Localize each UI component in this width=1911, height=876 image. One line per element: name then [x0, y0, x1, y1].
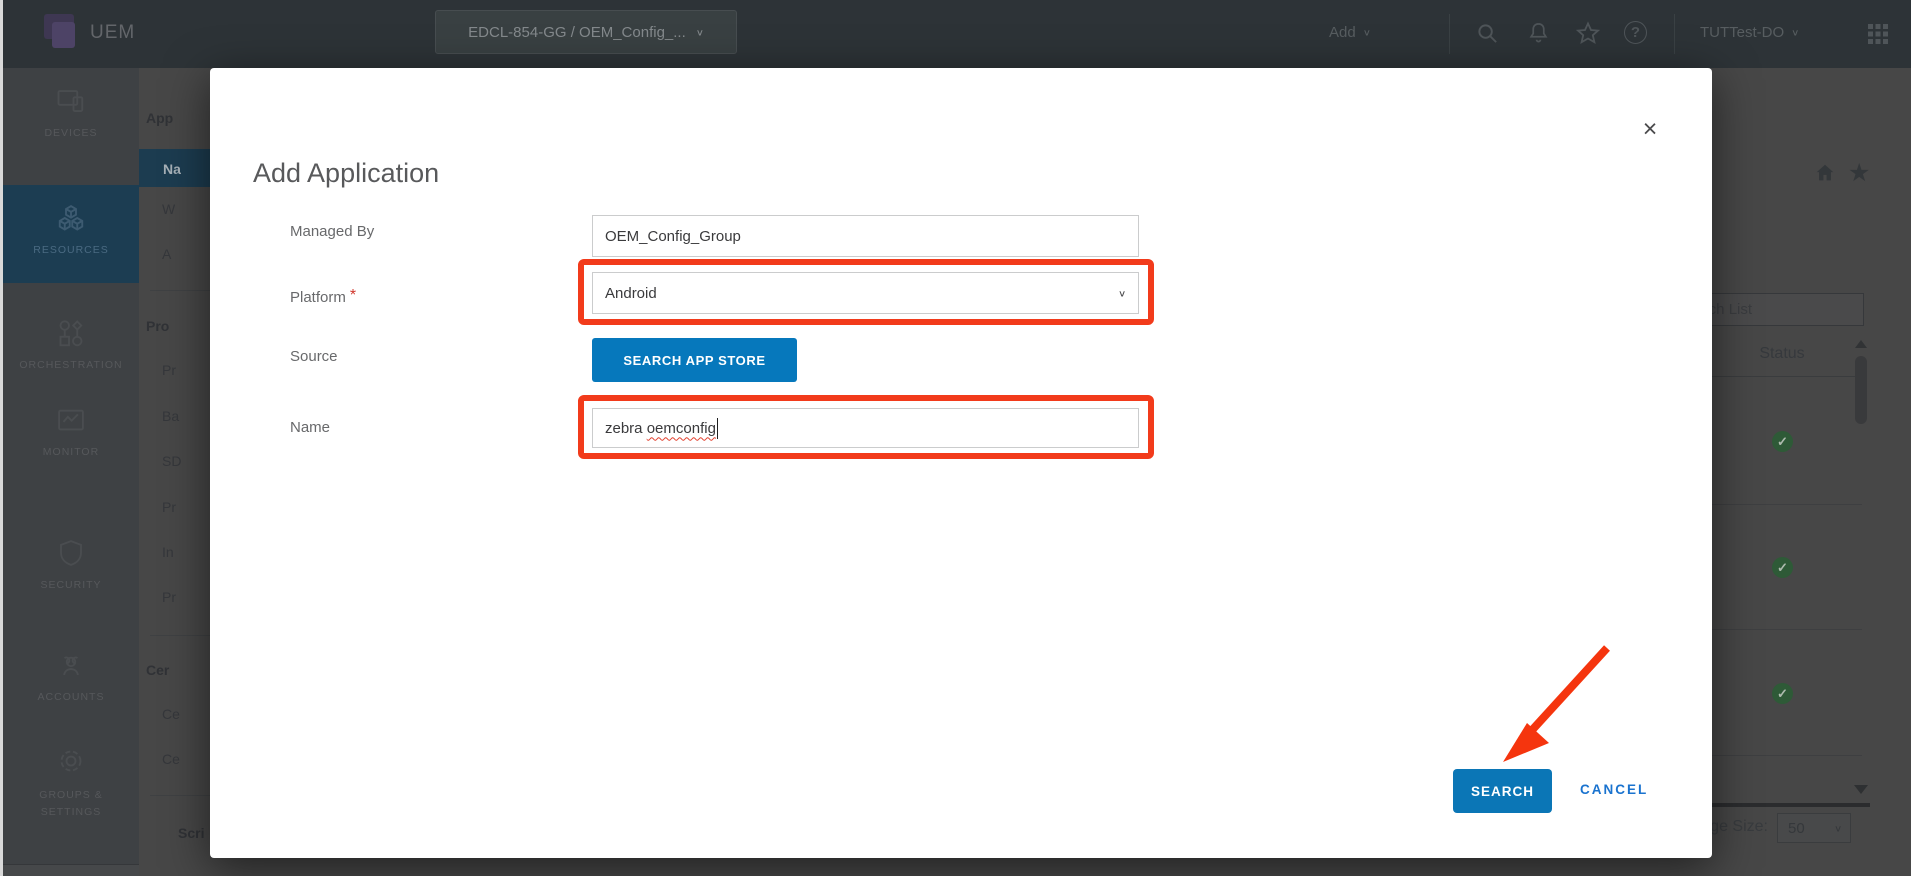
orchestration-icon [56, 335, 86, 352]
favorite-star-icon[interactable]: ★ [1848, 158, 1870, 188]
uem-logo-icon [44, 14, 82, 52]
subnav-item[interactable]: Pr [162, 589, 176, 605]
annotation-arrow-icon [1480, 630, 1640, 790]
sidebar-item-groups-settings[interactable]: GROUPS & SETTINGS [3, 746, 139, 821]
subnav-item[interactable]: SD [162, 453, 181, 469]
chevron-down-icon: ∨ [1791, 27, 1799, 37]
subnav-item[interactable]: In [162, 544, 174, 560]
brand-title: UEM [90, 22, 135, 44]
name-label: Name [290, 419, 330, 436]
help-icon[interactable]: ? [1624, 21, 1647, 44]
account-menu[interactable]: TUTTest-DO ∨ [1700, 24, 1799, 41]
status-check-icon: ✓ [1772, 431, 1793, 452]
chevron-down-icon: ∨ [1363, 27, 1371, 37]
subnav-item[interactable]: W [162, 201, 175, 217]
add-menu[interactable]: Add ∨ [1329, 24, 1371, 41]
platform-select[interactable]: Android ∨ [592, 272, 1139, 314]
table-header-divider [1712, 376, 1862, 377]
scrollbar-up-icon[interactable] [1855, 340, 1867, 348]
table-row-divider [1712, 755, 1862, 756]
chevron-down-icon: ∨ [1834, 823, 1842, 833]
organization-group-selector[interactable]: EDCL-854-GG / OEM_Config_... ∨ [435, 10, 737, 54]
page-size-select[interactable]: 50 ∨ [1777, 813, 1851, 843]
table-bottom-border [1712, 803, 1870, 807]
resources-icon [56, 220, 86, 237]
modal-title: Add Application [253, 158, 439, 189]
sidebar-item-devices[interactable]: DEVICES [3, 86, 139, 139]
sidebar-footer [3, 864, 139, 876]
subnav-item[interactable]: Pr [162, 362, 176, 378]
window-edge [0, 0, 3, 876]
status-check-icon: ✓ [1772, 683, 1793, 704]
subnav-header: Scri [178, 825, 204, 841]
sidebar-item-monitor[interactable]: MONITOR [3, 405, 139, 458]
search-app-store-button[interactable]: SEARCH APP STORE [592, 338, 797, 382]
sidebar-item-security[interactable]: SECURITY [3, 538, 139, 591]
required-asterisk: * [350, 287, 356, 304]
platform-label: Platform* [290, 287, 356, 306]
subnav-header: Cer [146, 662, 169, 678]
name-input[interactable]: zebra oemconfig [592, 408, 1139, 448]
topbar-separator [1674, 14, 1675, 54]
star-icon[interactable] [1576, 21, 1600, 50]
chevron-down-icon: ∨ [1118, 288, 1126, 298]
close-icon[interactable]: × [1637, 113, 1663, 145]
subnav-header: App [146, 110, 173, 126]
table-row-divider [1712, 504, 1862, 505]
devices-icon [56, 103, 86, 120]
search-icon[interactable] [1476, 22, 1499, 50]
dropdown-caret-icon[interactable] [1854, 785, 1868, 794]
table-row-divider [1712, 629, 1862, 630]
subnav-item[interactable]: Pr [162, 499, 176, 515]
app-grid-icon[interactable] [1866, 22, 1890, 51]
subnav-divider [150, 795, 214, 796]
chevron-down-icon: ∨ [696, 27, 704, 37]
misspelled-word: oemconfig [647, 420, 716, 437]
bell-icon[interactable] [1527, 21, 1550, 49]
source-label: Source [290, 348, 338, 365]
text-caret [717, 418, 719, 439]
managed-by-input[interactable]: OEM_Config_Group [592, 215, 1139, 257]
sidebar-item-accounts[interactable]: ACCOUNTS [3, 650, 139, 703]
managed-by-label: Managed By [290, 223, 374, 240]
gear-icon [56, 763, 86, 780]
subnav-divider [150, 635, 214, 636]
main-sidebar: DEVICES RESOURCES ORCHESTRATION MONITOR … [3, 68, 139, 864]
status-check-icon: ✓ [1772, 557, 1793, 578]
subnav-item[interactable]: Na [163, 161, 181, 177]
shield-icon [56, 555, 86, 572]
subnav-header: Pro [146, 318, 169, 334]
top-bar: UEM EDCL-854-GG / OEM_Config_... ∨ Add ∨… [0, 0, 1911, 68]
subnav-divider [150, 290, 214, 291]
scrollbar-thumb[interactable] [1855, 356, 1867, 424]
subnav-item[interactable]: Ce [162, 751, 180, 767]
monitor-icon [56, 422, 86, 439]
topbar-separator [1449, 14, 1450, 54]
subnav-item[interactable]: Ba [162, 408, 179, 424]
sidebar-item-orchestration[interactable]: ORCHESTRATION [3, 318, 139, 371]
status-column-header[interactable]: Status [1742, 345, 1822, 363]
accounts-icon [56, 667, 86, 684]
home-icon[interactable] [1814, 162, 1836, 189]
subnav-item[interactable]: Ce [162, 706, 180, 722]
subnav-item[interactable]: A [162, 246, 171, 262]
sidebar-item-resources[interactable]: RESOURCES [3, 185, 139, 283]
